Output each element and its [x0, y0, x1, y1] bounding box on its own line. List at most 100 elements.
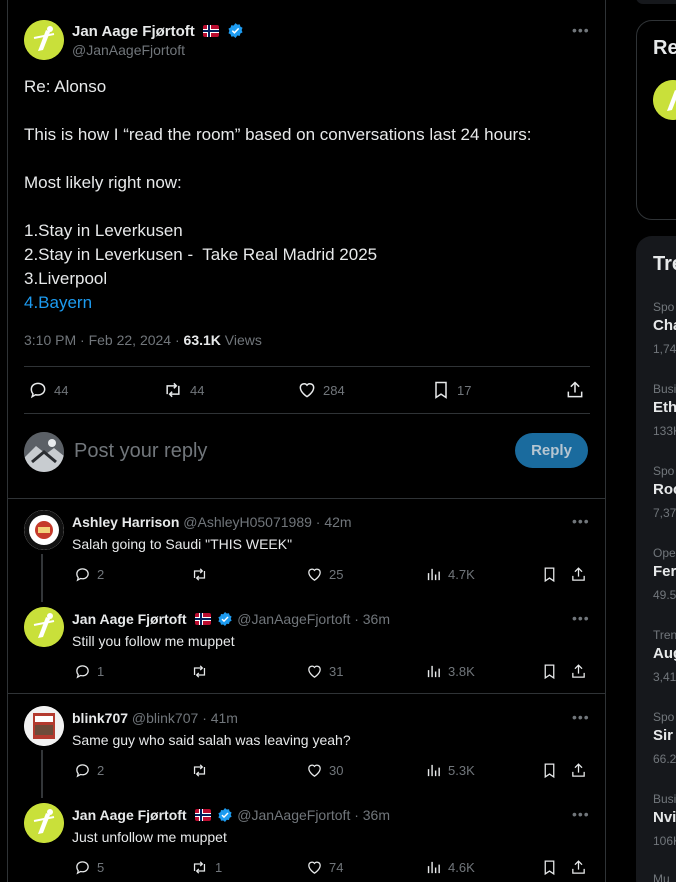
views-count: 4.7K [448, 567, 475, 582]
share-icon [572, 860, 585, 874]
retweet-count: 1 [215, 860, 223, 875]
bookmark-action[interactable] [541, 663, 558, 680]
more-options-icon[interactable]: ••• [572, 610, 590, 626]
share-icon [572, 763, 585, 777]
like-action[interactable]: 30 [306, 762, 343, 779]
share-icon [572, 567, 585, 581]
more-options-icon[interactable]: ••• [572, 709, 590, 725]
author-handle[interactable]: @JanAageFjortoft [72, 42, 185, 58]
reply-handle[interactable]: @JanAageFjortoft [237, 807, 350, 823]
reply-author-name[interactable]: Jan Aage Fjørtoft [72, 807, 187, 823]
share-action[interactable] [570, 663, 587, 680]
bookmark-icon [544, 567, 555, 583]
reply-icon [76, 861, 89, 875]
current-user-avatar[interactable] [24, 432, 64, 472]
author-avatar[interactable] [24, 20, 64, 60]
tweet-line [24, 195, 531, 219]
reply-header: Ashley Harrison @AshleyH05071989 · 42m [72, 514, 352, 530]
share-action[interactable] [570, 859, 587, 876]
reply-text: Still you follow me muppet [72, 633, 235, 649]
trend-name: Roc [653, 481, 676, 498]
author-name-row[interactable]: Jan Aage Fjørtoft [72, 22, 244, 41]
share-action[interactable] [570, 566, 587, 583]
reply-action[interactable]: 1 [74, 663, 104, 680]
retweet-action[interactable]: 44 [162, 380, 204, 400]
reply-handle[interactable]: @AshleyH05071989 [183, 514, 312, 530]
tweet-link[interactable]: 4.Bayern [24, 291, 531, 315]
reply-time[interactable]: · 36m [354, 807, 390, 823]
reply-author-name[interactable]: Jan Aage Fjørtoft [72, 611, 187, 627]
reply-icon [76, 568, 89, 582]
reply-count: 5 [97, 860, 105, 875]
tweet-timestamp[interactable]: 3:10 PM · Feb 22, 2024 · [24, 332, 184, 348]
reply-action[interactable]: 2 [74, 762, 104, 779]
trend-name: Eth [653, 399, 676, 416]
search-box[interactable] [636, 0, 676, 4]
reply-avatar[interactable] [24, 803, 64, 843]
bookmark-action[interactable]: 17 [431, 380, 471, 400]
tweet-line: Most likely right now: [24, 173, 182, 192]
retweet-action[interactable] [190, 663, 215, 680]
bookmark-action[interactable] [541, 762, 558, 779]
more-options-icon[interactable]: ••• [572, 806, 590, 822]
reply-avatar[interactable] [24, 510, 64, 550]
bookmark-action[interactable] [541, 859, 558, 876]
views-icon [427, 568, 440, 581]
views-action[interactable]: 3.8K [425, 663, 475, 680]
author-name[interactable]: Jan Aage Fjørtoft [72, 23, 195, 40]
more-options-icon[interactable]: ••• [572, 22, 590, 38]
reply-time[interactable]: · 41m [202, 710, 238, 726]
heart-icon [308, 665, 321, 678]
thread-line [41, 750, 43, 798]
views-count: 5.3K [448, 763, 475, 778]
like-action[interactable]: 31 [306, 663, 343, 680]
retweet-action[interactable] [190, 762, 215, 779]
reply-time[interactable]: · 42m [316, 514, 352, 530]
trend-category: Spo [653, 300, 675, 314]
views-count: 63.1K [183, 332, 221, 348]
reply-author-name[interactable]: blink707 [72, 710, 128, 726]
trend-category: Spo [653, 710, 675, 724]
reply-time[interactable]: · 36m [354, 611, 390, 627]
reply-input[interactable]: Post your reply [74, 440, 207, 463]
reply-avatar[interactable] [24, 607, 64, 647]
bookmark-action[interactable] [541, 566, 558, 583]
trend-category: Busi [653, 792, 676, 806]
reply-button[interactable]: Reply [515, 433, 588, 468]
divider [8, 693, 605, 694]
more-options-icon[interactable]: ••• [572, 513, 590, 529]
bookmark-icon [544, 860, 555, 876]
retweet-action[interactable]: 1 [190, 859, 222, 876]
bookmark-icon [544, 763, 555, 779]
reply-action[interactable]: 44 [28, 380, 68, 400]
reply-action[interactable]: 2 [74, 566, 104, 583]
trend-name: Fer [653, 563, 676, 580]
reply-avatar[interactable] [24, 706, 64, 746]
views-action[interactable]: 4.6K [425, 859, 475, 876]
tweet-line [24, 99, 531, 123]
trend-name: Cha [653, 317, 676, 334]
share-icon [567, 381, 583, 398]
reply-header: blink707 @blink707 · 41m [72, 710, 238, 726]
views-action[interactable]: 4.7K [425, 566, 475, 583]
like-action[interactable]: 284 [297, 380, 345, 400]
reply-action[interactable]: 5 [74, 859, 104, 876]
like-count: 30 [329, 763, 344, 778]
divider [24, 413, 590, 414]
views-action[interactable]: 5.3K [425, 762, 475, 779]
divider [8, 498, 605, 499]
reply-author-name[interactable]: Ashley Harrison [72, 514, 179, 530]
heart-icon [308, 764, 321, 777]
share-action[interactable] [565, 380, 585, 400]
reply-handle[interactable]: @blink707 [132, 710, 198, 726]
reply-header: Jan Aage Fjørtoft @JanAageFjortoft · 36m [72, 807, 390, 823]
retweet-icon [193, 764, 206, 777]
reply-handle[interactable]: @JanAageFjortoft [237, 611, 350, 627]
like-action[interactable]: 74 [306, 859, 343, 876]
share-action[interactable] [570, 762, 587, 779]
like-action[interactable]: 25 [306, 566, 343, 583]
retweet-count: 44 [190, 382, 205, 398]
verified-badge-icon [218, 808, 232, 822]
retweet-action[interactable] [190, 566, 215, 583]
retweet-icon [166, 382, 180, 398]
